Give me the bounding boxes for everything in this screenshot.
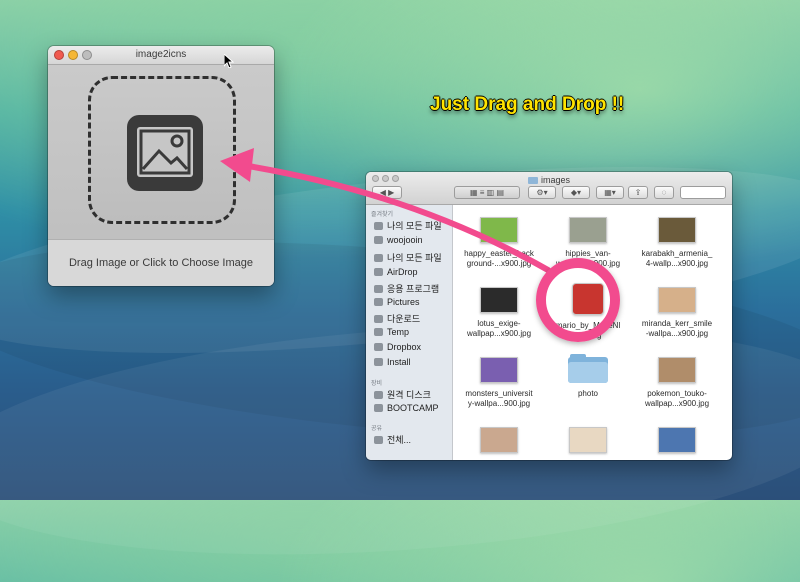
drag-arrow-annotation [220,148,551,273]
highlight-ring-annotation [536,258,620,342]
